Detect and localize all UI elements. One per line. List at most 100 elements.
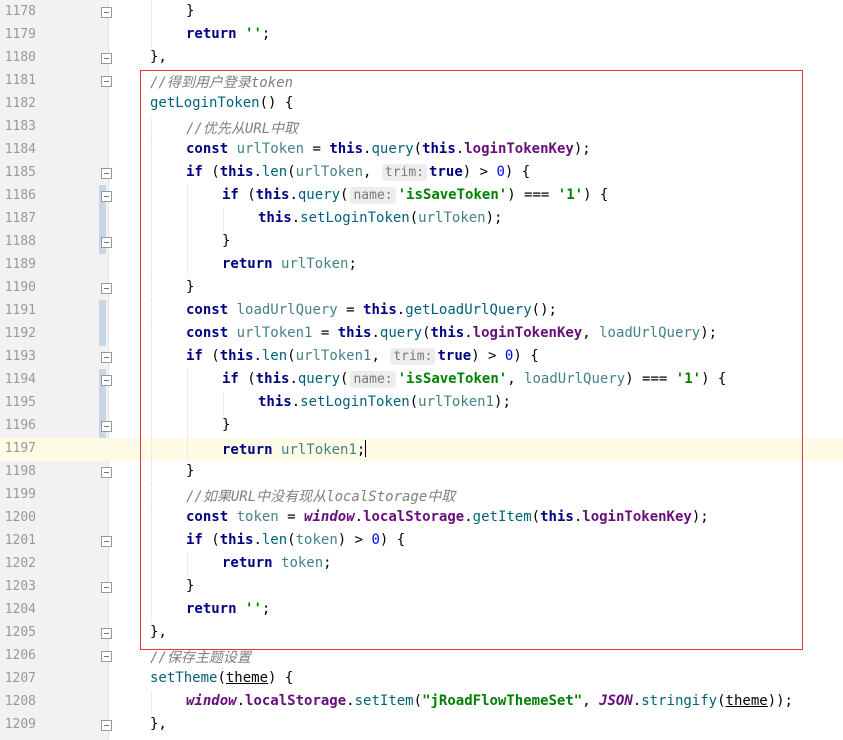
code-content[interactable]: }	[186, 578, 194, 594]
code-content[interactable]: },	[150, 624, 167, 640]
fold-marker-icon[interactable]	[101, 582, 112, 593]
code-content[interactable]: }	[186, 3, 194, 19]
code-content[interactable]: this.setLoginToken(urlToken1);	[258, 394, 511, 410]
code-content[interactable]: if (this.len(urlToken, trim: true) > 0) {	[186, 164, 530, 181]
code-content[interactable]: const token = window.localStorage.getIte…	[186, 509, 709, 525]
fold-marker-icon[interactable]	[101, 352, 112, 363]
code-line[interactable]: 1197 return urlToken1;	[0, 438, 843, 461]
code-line[interactable]: 1205},	[0, 622, 843, 645]
code-content[interactable]: if (this.query(name:'isSaveToken', loadU…	[222, 371, 726, 388]
code-content[interactable]: setTheme(theme) {	[150, 670, 293, 686]
code-content[interactable]: //得到用户登录token	[150, 72, 293, 92]
code-text: ) ===	[507, 187, 558, 203]
fold-marker-icon[interactable]	[101, 651, 112, 662]
code-line[interactable]: 1196}	[0, 415, 843, 438]
fold-marker-icon[interactable]	[101, 191, 112, 202]
code-content[interactable]: const urlToken = this.query(this.loginTo…	[186, 141, 591, 157]
code-line[interactable]: 1202 return token;	[0, 553, 843, 576]
code-content[interactable]: getLoginToken() {	[150, 95, 293, 111]
code-content[interactable]: return '';	[186, 26, 270, 42]
code-content[interactable]: const loadUrlQuery = this.getLoadUrlQuer…	[186, 302, 557, 318]
code-line[interactable]: 1194 if (this.query(name:'isSaveToken', l…	[0, 369, 843, 392]
indent-guide	[187, 254, 188, 277]
code-line[interactable]: 1178}	[0, 1, 843, 24]
code-line[interactable]: 1189 return urlToken;	[0, 254, 843, 277]
change-marker[interactable]	[99, 392, 106, 415]
fold-marker-icon[interactable]	[101, 720, 112, 731]
code-text: ) >	[471, 348, 505, 364]
code-content[interactable]: return token;	[222, 555, 332, 571]
code-line[interactable]: 1199 //如果URL中没有现从localStorage中取	[0, 484, 843, 507]
code-content[interactable]: return urlToken;	[222, 256, 357, 272]
code-content[interactable]: }	[186, 279, 194, 295]
fold-marker-icon[interactable]	[101, 76, 112, 87]
indent-guide	[151, 139, 152, 162]
indent-guide	[151, 507, 152, 530]
code-line[interactable]: 1207 setTheme(theme) {	[0, 668, 843, 691]
code-line[interactable]: 1179 return '';	[0, 24, 843, 47]
code-content[interactable]: if (this.len(token) > 0) {	[186, 532, 405, 548]
code-text: .	[354, 509, 364, 525]
code-line[interactable]: 1192 const urlToken1 = this.query(this.lo…	[0, 323, 843, 346]
code-line[interactable]: 1200 const token = window.localStorage.ge…	[0, 507, 843, 530]
code-content[interactable]: }	[186, 463, 194, 479]
code-line[interactable]: 1185 if (this.len(urlToken, trim: true) > …	[0, 162, 843, 185]
code-text: (	[531, 509, 541, 525]
code-content[interactable]: }	[222, 417, 230, 433]
code-content[interactable]: if (this.len(urlToken1, trim: true) > 0) …	[186, 348, 539, 365]
code-line[interactable]: 1190}	[0, 277, 843, 300]
code-line[interactable]: 1184 const urlToken = this.query(this.log…	[0, 139, 843, 162]
fold-marker-icon[interactable]	[101, 628, 112, 639]
code-line[interactable]: 1198}	[0, 461, 843, 484]
fold-marker-icon[interactable]	[101, 53, 112, 64]
code-line[interactable]: 1181 //得到用户登录token	[0, 70, 843, 93]
fold-marker-icon[interactable]	[101, 467, 112, 478]
change-marker[interactable]	[99, 208, 106, 231]
code-text: .	[291, 394, 301, 410]
code-line[interactable]: 1204 return '';	[0, 599, 843, 622]
code-line[interactable]: 1206 //保存主题设置	[0, 645, 843, 668]
code-line[interactable]: 1203}	[0, 576, 843, 599]
code-line[interactable]: 1195 this.setLoginToken(urlToken1);	[0, 392, 843, 415]
indent-guide	[151, 369, 152, 392]
code-line[interactable]: 1208 window.localStorage.setItem("jRoadFl…	[0, 691, 843, 714]
string-token: 'isSaveToken'	[397, 371, 508, 387]
code-content[interactable]: if (this.query(name:'isSaveToken') === '…	[222, 187, 608, 204]
change-marker[interactable]	[99, 300, 106, 323]
code-line[interactable]: 1201 if (this.len(token) > 0) {	[0, 530, 843, 553]
fold-marker-icon[interactable]	[101, 168, 112, 179]
string-token: '1'	[675, 371, 702, 387]
indent-guide	[151, 415, 152, 438]
code-line[interactable]: 1187 this.setLoginToken(urlToken);	[0, 208, 843, 231]
code-line[interactable]: 1180},	[0, 47, 843, 70]
code-content[interactable]: },	[150, 716, 167, 732]
fold-marker-icon[interactable]	[101, 283, 112, 294]
code-content[interactable]: return urlToken1;	[222, 440, 367, 458]
fold-marker-icon[interactable]	[101, 421, 112, 432]
code-line[interactable]: 1209},	[0, 714, 843, 737]
code-line[interactable]: 1191 const loadUrlQuery = this.getLoadUrl…	[0, 300, 843, 323]
code-content[interactable]: //优先从URL中取	[186, 118, 298, 138]
keyword-token: if	[222, 187, 239, 203]
code-line[interactable]: 1188}	[0, 231, 843, 254]
fold-marker-icon[interactable]	[101, 237, 112, 248]
code-content[interactable]: const urlToken1 = this.query(this.loginT…	[186, 325, 717, 341]
fold-marker-icon[interactable]	[101, 7, 112, 18]
line-number: 1188	[4, 234, 36, 249]
code-content[interactable]: },	[150, 49, 167, 65]
code-content[interactable]: //如果URL中没有现从localStorage中取	[186, 486, 455, 506]
change-marker[interactable]	[99, 323, 106, 346]
string-token: '	[498, 187, 508, 203]
code-content[interactable]: return '';	[186, 601, 270, 617]
fold-marker-icon[interactable]	[101, 536, 112, 547]
code-line[interactable]: 1193 if (this.len(urlToken1, trim: true) >…	[0, 346, 843, 369]
variable-token: urlToken1	[418, 394, 495, 410]
code-content[interactable]: window.localStorage.setItem("jRoadFlowTh…	[186, 693, 793, 709]
code-content[interactable]: //保存主题设置	[150, 647, 251, 667]
fold-marker-icon[interactable]	[101, 375, 112, 386]
code-content[interactable]: this.setLoginToken(urlToken);	[258, 210, 502, 226]
code-content[interactable]: }	[222, 233, 230, 249]
code-line[interactable]: 1182 getLoginToken() {	[0, 93, 843, 116]
code-line[interactable]: 1183 //优先从URL中取	[0, 116, 843, 139]
code-line[interactable]: 1186 if (this.query(name:'isSaveToken') =…	[0, 185, 843, 208]
